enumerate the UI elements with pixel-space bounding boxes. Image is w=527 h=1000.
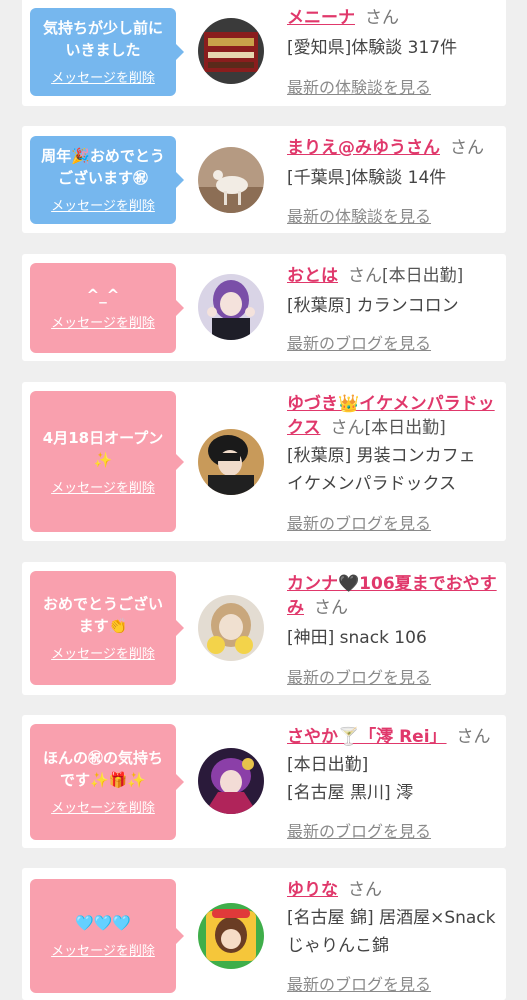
user-detail: [千葉県]体験談 14件 — [287, 168, 447, 188]
honorific: さん — [456, 727, 491, 747]
user-detail: [秋葉原] カランコロン — [287, 296, 459, 316]
message-text: 🩵🩵🩵 — [74, 914, 132, 932]
latest-review-link[interactable]: 最新の体験談を見る — [287, 74, 431, 98]
name-line: メニーナ さん — [287, 6, 503, 30]
delete-message-link[interactable]: メッセージを削除 — [51, 199, 155, 215]
list-item: 気持ちが少し前に いきました メッセージを削除 メニーナ さん [愛知県]体験談 … — [22, 0, 506, 106]
honorific: さん — [348, 266, 382, 286]
message-bubble: おめでとうござい ます👏 メッセージを削除 — [30, 571, 184, 685]
user-name-link[interactable]: さやか🍸「澪 Rei」 — [287, 727, 447, 747]
user-detail: [神田] snack 106 — [287, 628, 427, 648]
latest-blog-link[interactable]: 最新のブログを見る — [287, 664, 431, 688]
user-info: まりえ@みゆうさん さん [千葉県]体験談 14件 — [287, 136, 503, 192]
message-bubble: ^_^ メッセージを削除 — [30, 263, 184, 353]
name-line: おとは さん[本日出勤] — [287, 264, 503, 288]
user-info: ゆづき👑イケメンパラドックス さん[本日出勤] [秋葉原] 男装コンカフェ イケメ… — [287, 392, 503, 498]
honorific: さん — [365, 8, 399, 28]
user-detail: [名古屋 黒川] 澪 — [287, 783, 414, 803]
honorific: さん — [450, 138, 484, 158]
user-detail: [名古屋 錦] 居酒屋×Snack — [287, 908, 496, 928]
user-name-link[interactable]: まりえ@みゆうさん — [287, 138, 440, 158]
avatar[interactable] — [198, 429, 264, 495]
message-bubble: 4月18日オープン ✨ メッセージを削除 — [30, 391, 184, 532]
delete-message-link[interactable]: メッセージを削除 — [51, 481, 155, 497]
message-text: 4月18日オープン ✨ — [42, 428, 164, 469]
honorific: さん — [314, 598, 348, 618]
user-detail: [愛知県]体験談 317件 — [287, 38, 458, 58]
message-text: 周年🎉おめでとう ございます㊗ — [41, 147, 165, 187]
latest-blog-link[interactable]: 最新のブログを見る — [287, 818, 431, 842]
message-text: おめでとうござい ます👏 — [42, 595, 163, 635]
delete-message-link[interactable]: メッセージを削除 — [51, 944, 155, 960]
latest-blog-link[interactable]: 最新のブログを見る — [287, 971, 431, 995]
user-info: メニーナ さん [愛知県]体験談 317件 — [287, 6, 503, 62]
user-detail: [秋葉原] 男装コンカフェ — [287, 446, 476, 466]
user-detail: じゃりんこ錦 — [287, 936, 389, 956]
avatar[interactable] — [198, 595, 264, 661]
honorific: さん — [348, 880, 382, 900]
message-bubble: 🩵🩵🩵 メッセージを削除 — [30, 879, 184, 993]
avatar[interactable] — [198, 274, 264, 340]
message-bubble: 気持ちが少し前に いきました メッセージを削除 — [30, 8, 184, 96]
honorific: さん — [330, 418, 365, 438]
name-line: ゆづき👑イケメンパラドックス さん[本日出勤] — [287, 392, 503, 440]
avatar[interactable] — [198, 18, 264, 84]
attendance-status: [本日出勤] — [287, 755, 369, 775]
name-line: ゆりな さん — [287, 878, 503, 902]
attendance-status: [本日出勤] — [382, 266, 464, 286]
attendance-status: [本日出勤] — [364, 418, 446, 438]
user-info: おとは さん[本日出勤] [秋葉原] カランコロン — [287, 264, 503, 320]
message-text: ^_^ — [86, 286, 120, 304]
list-item: ^_^ メッセージを削除 おとは さん[本日出勤] [秋葉原] カランコロン 最新… — [22, 254, 506, 361]
user-name-link[interactable]: ゆりな — [287, 880, 338, 900]
delete-message-link[interactable]: メッセージを削除 — [51, 647, 155, 663]
delete-message-link[interactable]: メッセージを削除 — [51, 71, 155, 87]
user-detail: イケメンパラドックス — [287, 474, 456, 494]
list-item: おめでとうござい ます👏 メッセージを削除 カンナ🖤106夏までおやすみ さん [… — [22, 562, 506, 695]
user-info: ゆりな さん [名古屋 錦] 居酒屋×Snack じゃりんこ錦 — [287, 878, 503, 960]
user-name-link[interactable]: おとは — [287, 266, 338, 286]
user-info: さやか🍸「澪 Rei」 さん [本日出勤] [名古屋 黒川] 澪 — [287, 725, 503, 807]
latest-blog-link[interactable]: 最新のブログを見る — [287, 510, 431, 534]
list-item: 🩵🩵🩵 メッセージを削除 ゆりな さん [名古屋 錦] 居酒屋×Snack じゃり… — [22, 868, 506, 1000]
avatar[interactable] — [198, 748, 264, 814]
latest-blog-link[interactable]: 最新のブログを見る — [287, 330, 431, 354]
message-bubble: ほんの㊗の気持ち です✨🎁✨ メッセージを削除 — [30, 724, 184, 840]
latest-review-link[interactable]: 最新の体験談を見る — [287, 203, 431, 227]
user-info: カンナ🖤106夏までおやすみ さん [神田] snack 106 — [287, 572, 503, 652]
list-item: 4月18日オープン ✨ メッセージを削除 ゆづき👑イケメンパラドックス さん[本日… — [22, 382, 506, 541]
delete-message-link[interactable]: メッセージを削除 — [51, 801, 155, 817]
list-item: 周年🎉おめでとう ございます㊗ メッセージを削除 まりえ@みゆうさん さん [千葉… — [22, 126, 506, 233]
name-line: さやか🍸「澪 Rei」 さん — [287, 725, 503, 749]
list-item: ほんの㊗の気持ち です✨🎁✨ メッセージを削除 さやか🍸「澪 Rei」 さん [本… — [22, 715, 506, 848]
message-bubble: 周年🎉おめでとう ございます㊗ メッセージを削除 — [30, 136, 184, 224]
name-line: カンナ🖤106夏までおやすみ さん — [287, 572, 503, 620]
avatar[interactable] — [198, 903, 264, 969]
message-list: 気持ちが少し前に いきました メッセージを削除 メニーナ さん [愛知県]体験談 … — [0, 0, 527, 1000]
name-line: まりえ@みゆうさん さん — [287, 136, 503, 160]
avatar[interactable] — [198, 147, 264, 213]
user-name-link[interactable]: メニーナ — [287, 8, 355, 28]
message-text: 気持ちが少し前に いきました — [42, 19, 163, 59]
delete-message-link[interactable]: メッセージを削除 — [51, 316, 155, 332]
message-text: ほんの㊗の気持ち です✨🎁✨ — [42, 749, 163, 789]
